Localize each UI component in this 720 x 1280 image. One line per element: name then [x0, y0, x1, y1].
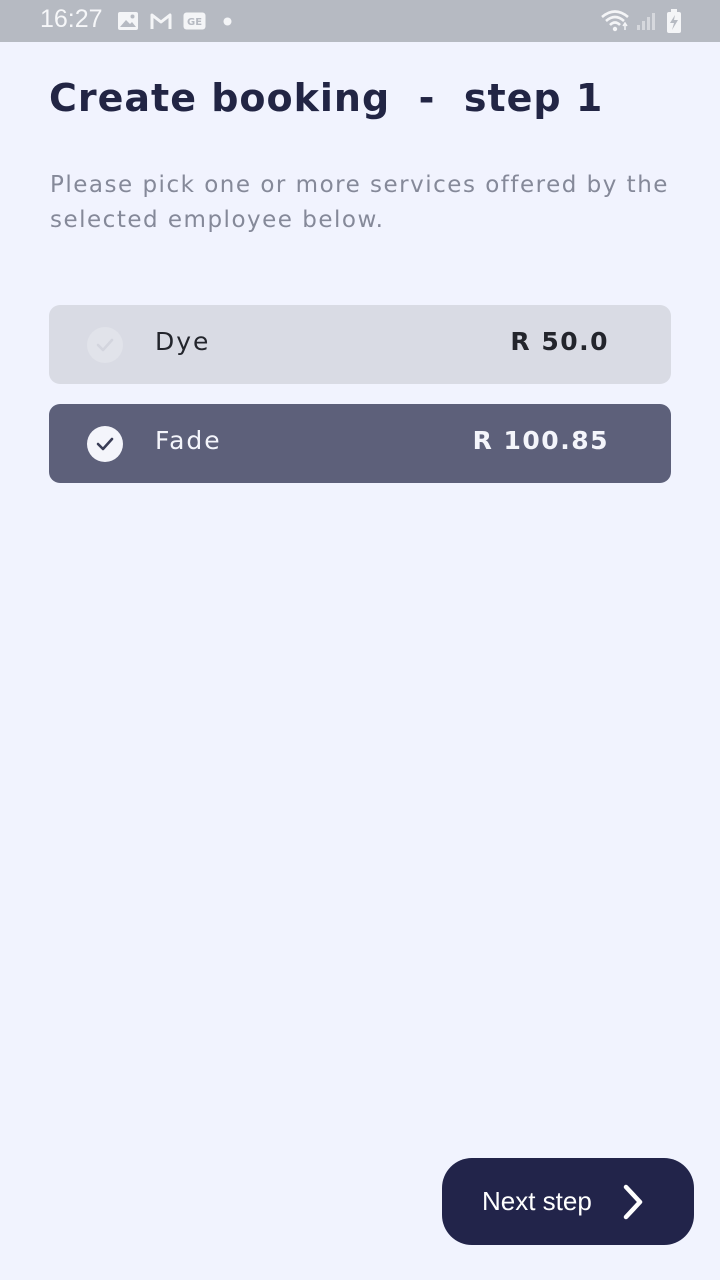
page-title: Create booking - step 1	[49, 76, 604, 120]
chevron-right-icon	[623, 1184, 643, 1220]
check-circle-icon[interactable]	[87, 327, 123, 363]
next-step-button[interactable]: Next step	[442, 1158, 694, 1245]
ge-icon: GE	[183, 12, 206, 30]
svg-text:GE: GE	[187, 17, 202, 28]
service-item-fade[interactable]: Fade R 100.85	[49, 404, 671, 483]
gmail-icon	[150, 13, 172, 29]
page-description: Please pick one or more services offered…	[50, 172, 669, 233]
signal-icon	[637, 13, 655, 30]
service-price: R 50.0	[510, 327, 609, 356]
service-item-dye[interactable]: Dye R 50.0	[49, 305, 671, 384]
status-time: 16:27	[40, 5, 103, 33]
notification-dot-icon	[223, 17, 232, 26]
screen: 16:27 GE Create booking - step 1 Please …	[0, 0, 720, 1280]
service-name: Dye	[155, 327, 211, 356]
image-icon	[118, 12, 138, 30]
next-step-label: Next step	[482, 1186, 592, 1216]
service-price: R 100.85	[472, 426, 609, 455]
status-bar: 16:27 GE	[0, 0, 720, 42]
wifi-icon	[601, 10, 629, 32]
check-circle-icon[interactable]	[87, 426, 123, 462]
service-name: Fade	[155, 426, 222, 455]
battery-charging-icon	[667, 9, 681, 33]
